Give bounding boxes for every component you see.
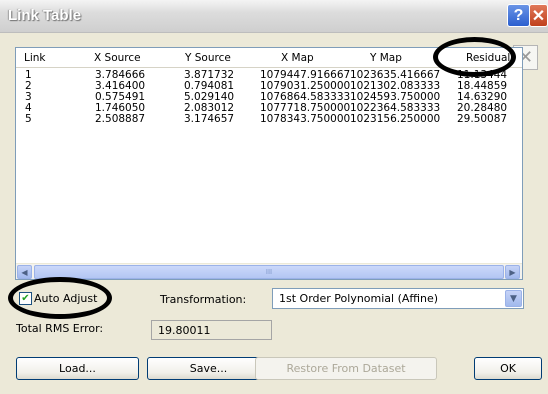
- total-rms-label: Total RMS Error:: [16, 322, 104, 335]
- transformation-value: 1st Order Polynomial (Affine): [279, 292, 439, 305]
- column-header-x-map[interactable]: X Map: [281, 52, 314, 64]
- window-title: Link Table: [8, 7, 82, 24]
- table-header: Link X Source Y Source X Map Y Map Resid…: [16, 48, 522, 68]
- auto-adjust-label[interactable]: Auto Adjust: [34, 292, 97, 305]
- save-button[interactable]: Save...: [147, 357, 270, 380]
- cell-x-source: 2.508887: [95, 113, 146, 125]
- cell-y-source: 3.174657: [184, 113, 235, 125]
- table-row[interactable]: 1 3.784666 3.871732 1079447.916667 10236…: [16, 69, 522, 81]
- total-rms-field: 19.80011: [151, 320, 272, 340]
- table-row[interactable]: 3 0.575491 5.029140 1076864.583333 10245…: [16, 91, 522, 103]
- ok-button[interactable]: OK: [474, 357, 542, 380]
- column-header-y-map[interactable]: Y Map: [370, 52, 402, 64]
- cell-link: 5: [25, 113, 32, 125]
- load-button[interactable]: Load...: [16, 357, 139, 380]
- table-row[interactable]: 4 1.746050 2.083012 1077718.750000 10223…: [16, 102, 522, 114]
- table-row[interactable]: 5 2.508887 3.174657 1078343.750000 10231…: [16, 113, 522, 125]
- table-row[interactable]: 2 3.416400 0.794081 1079031.250000 10213…: [16, 80, 522, 92]
- close-button[interactable]: ✕: [529, 4, 548, 27]
- column-header-residual[interactable]: Residual: [466, 52, 510, 64]
- cell-x-map: 1078343.750000: [260, 113, 351, 125]
- help-button[interactable]: ?: [507, 4, 530, 27]
- title-bar[interactable]: Link Table ? ✕: [0, 0, 548, 33]
- scroll-thumb[interactable]: III: [34, 265, 504, 279]
- cell-y-map: 1023156.250000: [350, 113, 441, 125]
- cell-residual: 29.50087: [457, 113, 508, 125]
- column-header-x-source[interactable]: X Source: [94, 52, 141, 64]
- scroll-right-icon[interactable]: ▶: [505, 265, 520, 279]
- column-header-link[interactable]: Link: [24, 52, 46, 64]
- auto-adjust-checkbox[interactable]: ✔: [19, 292, 32, 305]
- link-table-window: Link Table ? ✕ ✕ Link X Source Y Source …: [0, 0, 548, 394]
- link-table[interactable]: Link X Source Y Source X Map Y Map Resid…: [15, 47, 523, 280]
- transformation-select[interactable]: 1st Order Polynomial (Affine) ▼: [272, 288, 524, 309]
- horizontal-scrollbar[interactable]: ◀ III ▶: [16, 263, 522, 279]
- transformation-label: Transformation:: [160, 293, 247, 306]
- chevron-down-icon[interactable]: ▼: [505, 290, 522, 307]
- scroll-left-icon[interactable]: ◀: [17, 265, 32, 279]
- column-header-y-source[interactable]: Y Source: [185, 52, 231, 64]
- restore-from-dataset-button[interactable]: Restore From Dataset: [255, 357, 437, 380]
- total-rms-value: 19.80011: [158, 324, 211, 337]
